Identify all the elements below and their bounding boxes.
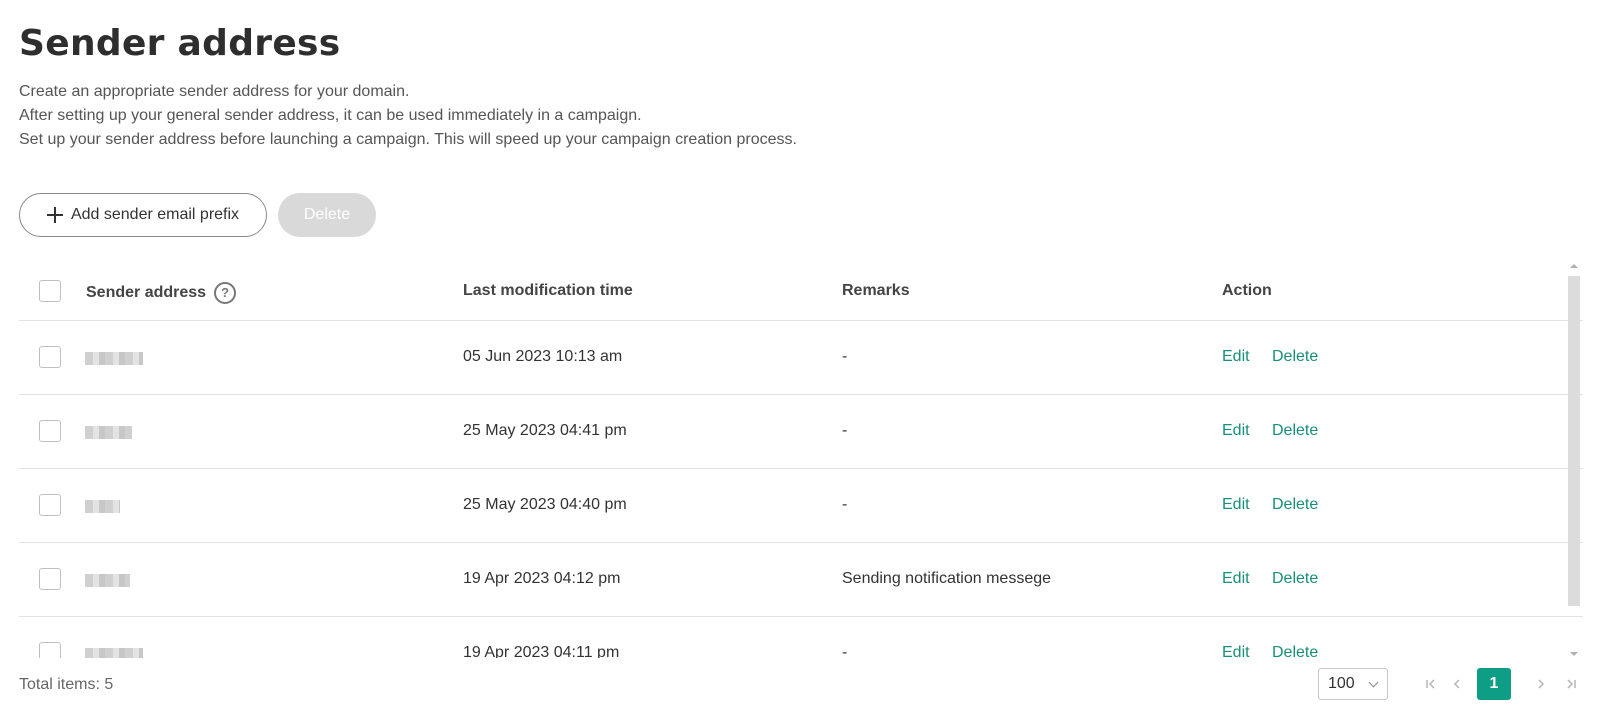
next-page-icon[interactable] xyxy=(1530,670,1552,698)
page-size-select[interactable]: 100 xyxy=(1318,668,1388,700)
row-checkbox[interactable] xyxy=(39,346,61,368)
header-action: Action xyxy=(1222,282,1272,299)
description-line-1: Create an appropriate sender address for… xyxy=(19,83,410,100)
row-remarks: - xyxy=(842,348,848,365)
table-row: 25 May 2023 04:41 pm - Edit Delete xyxy=(19,395,1583,469)
first-page-icon[interactable] xyxy=(1420,670,1442,698)
plus-icon xyxy=(46,207,63,223)
row-checkbox[interactable] xyxy=(39,420,61,442)
masked-sender-address xyxy=(85,426,132,439)
masked-sender-address xyxy=(85,500,120,513)
masked-sender-address xyxy=(85,352,143,365)
row-remarks: Sending notification messege xyxy=(842,570,1052,587)
masked-sender-address xyxy=(85,648,143,658)
row-checkbox[interactable] xyxy=(39,642,61,658)
delete-link[interactable]: Delete xyxy=(1272,496,1318,514)
add-sender-email-prefix-button[interactable]: Add sender email prefix xyxy=(19,193,267,237)
row-time: 25 May 2023 04:40 pm xyxy=(463,496,627,513)
page-size-value: 100 xyxy=(1328,675,1355,692)
add-button-label: Add sender email prefix xyxy=(70,206,240,223)
row-checkbox[interactable] xyxy=(39,494,61,516)
row-checkbox[interactable] xyxy=(39,568,61,590)
prev-page-icon[interactable] xyxy=(1446,670,1468,698)
row-time: 25 May 2023 04:41 pm xyxy=(463,422,627,439)
delete-button-label: Delete xyxy=(303,206,351,223)
masked-sender-address xyxy=(85,574,130,587)
table-row: 19 Apr 2023 04:11 pm - Edit Delete xyxy=(19,617,1583,658)
table-scrollbar[interactable] xyxy=(1566,262,1582,658)
bulk-delete-button[interactable]: Delete xyxy=(278,193,376,237)
header-sender-address: Sender address ? xyxy=(86,282,237,304)
sender-address-table: Sender address ? Last modification time … xyxy=(19,262,1583,658)
row-remarks: - xyxy=(842,496,848,513)
description-line-2: After setting up your general sender add… xyxy=(19,107,642,124)
help-icon[interactable]: ? xyxy=(214,282,237,304)
edit-link[interactable]: Edit xyxy=(1222,644,1250,658)
row-time: 19 Apr 2023 04:12 pm xyxy=(463,570,621,587)
scroll-up-icon[interactable] xyxy=(1570,264,1578,268)
header-last-modification-time: Last modification time xyxy=(463,282,633,299)
header-remarks: Remarks xyxy=(842,282,910,299)
total-items: Total items: 5 xyxy=(19,676,114,693)
edit-link[interactable]: Edit xyxy=(1222,496,1250,514)
description-line-3: Set up your sender address before launch… xyxy=(19,131,797,148)
scroll-down-icon[interactable] xyxy=(1570,652,1578,656)
row-time: 19 Apr 2023 04:11 pm xyxy=(463,644,620,658)
header-sender-address-label: Sender address xyxy=(86,284,207,301)
edit-link[interactable]: Edit xyxy=(1222,570,1250,588)
delete-link[interactable]: Delete xyxy=(1272,348,1318,366)
row-time: 05 Jun 2023 10:13 am xyxy=(463,348,623,365)
table-row: 05 Jun 2023 10:13 am - Edit Delete xyxy=(19,321,1583,395)
chevron-down-icon xyxy=(1368,677,1379,688)
last-page-icon[interactable] xyxy=(1560,670,1582,698)
delete-link[interactable]: Delete xyxy=(1272,570,1318,588)
delete-link[interactable]: Delete xyxy=(1272,644,1318,658)
delete-link[interactable]: Delete xyxy=(1272,422,1318,440)
current-page-button[interactable]: 1 xyxy=(1477,668,1511,700)
edit-link[interactable]: Edit xyxy=(1222,348,1250,366)
sender-address-page: Sender address Create an appropriate sen… xyxy=(0,0,1606,714)
edit-link[interactable]: Edit xyxy=(1222,422,1250,440)
scroll-thumb[interactable] xyxy=(1568,276,1580,606)
table-row: 19 Apr 2023 04:12 pm Sending notificatio… xyxy=(19,543,1583,617)
select-all-checkbox[interactable] xyxy=(39,280,61,302)
row-remarks: - xyxy=(842,644,848,658)
page-title: Sender address xyxy=(19,23,341,64)
table-header: Sender address ? Last modification time … xyxy=(19,262,1583,321)
page-description: Create an appropriate sender address for… xyxy=(19,80,797,152)
row-remarks: - xyxy=(842,422,848,439)
table-row: 25 May 2023 04:40 pm - Edit Delete xyxy=(19,469,1583,543)
